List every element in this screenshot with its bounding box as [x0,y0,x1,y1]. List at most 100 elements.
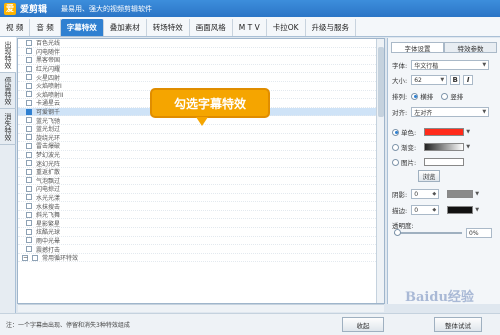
font-select[interactable]: 华文行楷 ▼ [411,60,490,70]
scrollbar-thumb[interactable] [378,47,384,117]
slider-handle[interactable] [394,229,401,236]
effect-row[interactable]: 黑客帝国 [18,56,384,65]
mono-color-swatch[interactable] [424,128,465,136]
tab-styles[interactable]: 画面风格 [190,19,233,36]
effect-checkbox[interactable] [26,220,32,227]
effect-checkbox[interactable] [26,74,32,81]
stroke-color-swatch[interactable] [447,206,474,214]
chevron-down-icon: ▼ [440,77,445,83]
size-select[interactable]: 62 ▼ [411,75,448,85]
effect-checkbox[interactable] [26,203,32,210]
list-vertical-scrollbar[interactable] [376,39,384,303]
opacity-slider[interactable] [394,229,462,236]
effect-checkbox[interactable] [26,108,32,115]
side-tab-disappear[interactable]: 消失特效 [0,109,16,145]
effect-row[interactable]: 闪电随伴 [18,48,384,57]
effect-checkbox[interactable] [26,91,32,98]
image-radio[interactable] [392,158,399,166]
effect-row[interactable]: 气泡飘过 [18,177,384,186]
effect-checkbox[interactable] [26,237,32,244]
layout-label: 排列: [392,93,408,101]
shadow-color-swatch[interactable] [447,190,474,198]
effect-row[interactable]: 水抹搜击 [18,202,384,211]
effect-row[interactable]: 星影繁星 [18,219,384,229]
mono-color-label: 单色: [401,129,417,137]
effect-row[interactable]: 红光闪耀 [18,65,384,74]
shadow-stepper[interactable]: 0 ◆ [411,189,440,199]
font-settings-panel: 字体设置 特效参数 字体: 华文行楷 ▼ 大小: 62 ▼ B I 排列: 横排 竖… [387,38,500,304]
tab-mtv[interactable]: M T V [233,19,267,36]
effect-checkbox[interactable] [26,65,32,72]
tab-video[interactable]: 视 频 [0,19,31,36]
collapse-icon[interactable]: − [22,254,28,261]
horizontal-radio[interactable]: 横排 [411,91,433,101]
effect-row[interactable]: 百色光线 [18,39,384,48]
tab-upgrade[interactable]: 升级与服务 [306,19,357,36]
browse-button[interactable]: 浏览 [418,170,440,182]
group-checkbox[interactable] [32,254,38,261]
panel-tab-params[interactable]: 特效参数 [444,42,497,53]
app-tagline: 最易用、强大的视频剪辑软件 [61,4,153,13]
stroke-value: 0 [414,206,419,214]
effect-row[interactable]: 雨中光晕 [18,237,384,246]
tab-audio[interactable]: 音 频 [30,19,61,36]
tab-karaoke[interactable]: 卡拉OK [267,19,306,36]
effect-row[interactable]: 雷击爆破 [18,142,384,151]
effect-checkbox[interactable] [26,194,32,201]
effect-row[interactable]: 蓝光划过 [18,125,384,134]
tab-transitions[interactable]: 转场特效 [147,19,190,36]
effect-checkbox[interactable] [26,99,32,106]
effect-checkbox[interactable] [26,185,32,192]
opacity-value-field[interactable]: 0% [466,228,492,238]
effect-row[interactable]: 梦幻波光 [18,151,384,160]
effect-checkbox[interactable] [26,142,32,149]
effect-checkbox[interactable] [26,117,32,124]
effect-row[interactable]: 旋绕光环 [18,134,384,143]
effect-checkbox[interactable] [26,48,32,55]
effect-row[interactable]: 炫酷光球 [18,228,384,237]
callout-tail [196,117,208,126]
app-logo-icon: 爱 [4,2,16,15]
effect-row[interactable]: 水光光漾 [18,194,384,203]
align-select[interactable]: 左对齐 ▼ [411,107,490,117]
effect-row[interactable]: 闪电掠过 [18,185,384,194]
vertical-radio[interactable]: 竖排 [441,91,463,101]
bold-button[interactable]: B [450,75,461,85]
try-all-button[interactable]: 整体试试 [434,317,482,332]
effect-row[interactable]: 火星四射 [18,73,384,82]
shadow-value: 0 [414,190,419,198]
font-value: 华文行楷 [414,62,439,70]
gradient-swatch[interactable] [424,143,465,151]
side-tab-appear[interactable]: 出现特效 [0,37,16,73]
effect-checkbox[interactable] [26,134,32,141]
italic-button[interactable]: I [463,75,474,85]
stroke-label: 描边: [392,207,408,215]
effect-checkbox[interactable] [26,228,32,235]
tab-overlay[interactable]: 叠加素材 [104,19,147,36]
size-value: 62 [414,76,422,84]
effect-row[interactable]: 斜光飞舞 [18,211,384,220]
panel-tab-font[interactable]: 字体设置 [391,42,444,53]
side-tab-stay[interactable]: 停留特效 [0,73,16,109]
list-horizontal-scrollbar[interactable] [18,304,384,312]
effect-group-header[interactable]: − 常用循环特效 [18,254,384,263]
align-label: 对齐: [392,109,408,117]
mono-color-radio[interactable] [392,128,399,136]
image-label: 图片: [401,159,417,167]
effect-row[interactable]: 迷幻光阵 [18,159,384,168]
tab-subtitle-effects[interactable]: 字幕特效 [60,19,104,36]
effect-checkbox[interactable] [26,82,32,89]
effect-checkbox[interactable] [26,39,32,46]
gradient-radio[interactable] [392,143,399,151]
effect-checkbox[interactable] [26,177,32,184]
effect-checkbox[interactable] [26,211,32,218]
effect-row[interactable]: 重返扩散 [18,168,384,177]
stroke-stepper[interactable]: 0 ◆ [411,205,440,215]
effect-checkbox[interactable] [26,246,32,253]
effect-checkbox[interactable] [26,160,32,167]
effect-checkbox[interactable] [26,168,32,175]
collapse-button[interactable]: 收起 [342,317,384,332]
effect-checkbox[interactable] [26,125,32,132]
effect-checkbox[interactable] [26,56,32,63]
effect-checkbox[interactable] [26,151,32,158]
